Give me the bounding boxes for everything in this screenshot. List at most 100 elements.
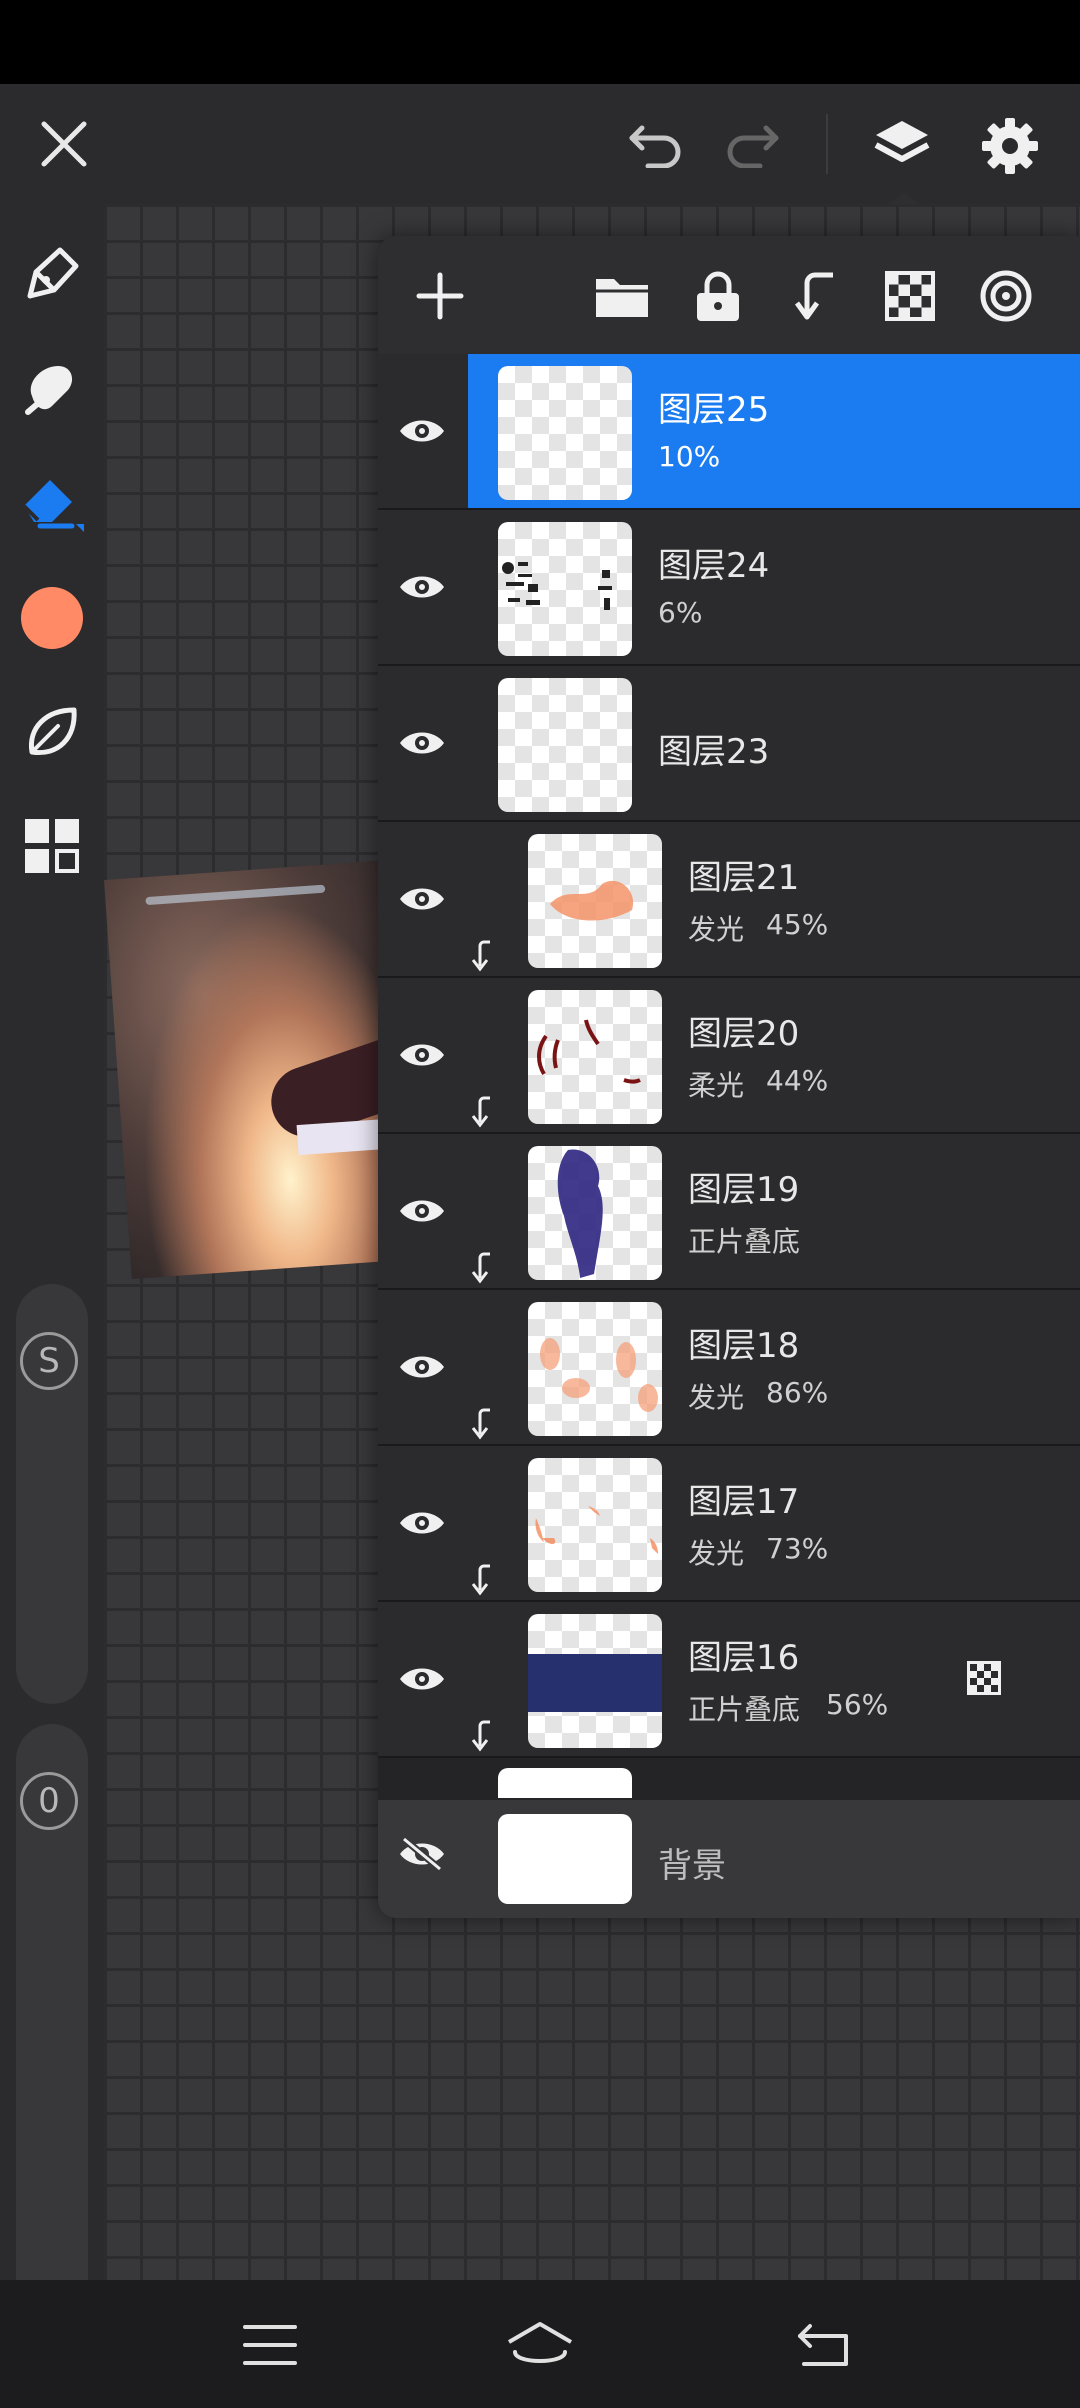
- layer-row[interactable]: 图层21 发光 45%: [378, 822, 1080, 978]
- layer-main[interactable]: 图层25 10%: [468, 354, 1080, 508]
- eye-hidden-icon[interactable]: [392, 1824, 452, 1884]
- clip-arrow-icon: [471, 1408, 490, 1440]
- alpha-lock-icon: [964, 1658, 1004, 1698]
- layer-name: 背景: [658, 1846, 726, 1886]
- home-icon[interactable]: [500, 2310, 580, 2380]
- layer-name: 图层24: [658, 546, 770, 586]
- eraser-icon[interactable]: [14, 462, 90, 538]
- status-bar: [0, 0, 1080, 84]
- layer-row[interactable]: 图层23: [378, 666, 1080, 822]
- layer-thumbnail: [528, 990, 662, 1124]
- layer-blend-mode: 发光: [688, 1537, 745, 1570]
- clipping-mask-icon[interactable]: [782, 264, 846, 328]
- gallery-grid-icon[interactable]: [18, 812, 86, 880]
- smudge-icon[interactable]: [18, 352, 86, 420]
- layer-main[interactable]: 图层17 发光 73%: [468, 1446, 1080, 1600]
- layer-row[interactable]: 图层19 正片叠底: [378, 1134, 1080, 1290]
- back-icon[interactable]: [784, 2310, 864, 2380]
- layer-name: 图层25: [658, 390, 770, 430]
- clip-arrow-icon: [471, 1252, 490, 1284]
- eye-icon[interactable]: [378, 1134, 466, 1288]
- layer-opacity: 45%: [766, 908, 829, 941]
- brush-opacity-knob[interactable]: 0: [20, 1772, 78, 1830]
- top-toolbar: [0, 84, 1080, 206]
- layer-row[interactable]: 图层24 6%: [378, 510, 1080, 666]
- layer-opacity: 44%: [766, 1064, 829, 1097]
- layer-thumbnail: [528, 834, 662, 968]
- brush-size-knob[interactable]: S: [20, 1332, 78, 1390]
- layer-row[interactable]: 图层17 发光 73%: [378, 1446, 1080, 1602]
- layer-opacity: 56%: [826, 1688, 889, 1721]
- layer-main[interactable]: 图层16 正片叠底 56%: [468, 1602, 1080, 1756]
- lock-icon[interactable]: [686, 264, 750, 328]
- layer-blend-mode: 发光: [688, 913, 745, 946]
- layer-thumbnail: [528, 1302, 662, 1436]
- layer-thumbnail: [498, 678, 632, 812]
- gear-icon[interactable]: [974, 110, 1046, 182]
- layer-thumbnail: [528, 1458, 662, 1592]
- layer-blend-mode: 柔光: [688, 1069, 745, 1102]
- undo-icon[interactable]: [620, 110, 692, 178]
- menu-icon[interactable]: [230, 2310, 310, 2380]
- color-swatch[interactable]: [18, 584, 86, 652]
- eye-icon[interactable]: [378, 1602, 466, 1756]
- layer-thumbnail: [498, 1814, 632, 1904]
- layer-opacity: 10%: [658, 440, 721, 473]
- layer-name: 图层18: [688, 1326, 800, 1366]
- left-toolbar: S 0: [0, 204, 104, 2344]
- add-layer-icon[interactable]: [408, 264, 472, 328]
- layer-row[interactable]: 图层18 发光 86%: [378, 1290, 1080, 1446]
- layer-thumbnail: [498, 366, 632, 500]
- clip-arrow-icon: [471, 940, 490, 972]
- system-nav-bar: [0, 2280, 1080, 2408]
- reference-layer-icon[interactable]: [974, 264, 1038, 328]
- layer-main[interactable]: 图层21 发光 45%: [468, 822, 1080, 976]
- artwork-highlight: [145, 884, 326, 906]
- layer-thumbnail: [528, 1146, 662, 1280]
- background-layer-row[interactable]: 背景: [378, 1800, 1080, 1918]
- layer-blend-mode: 正片叠底: [688, 1693, 801, 1726]
- eye-icon[interactable]: [378, 354, 466, 508]
- pen-icon[interactable]: [18, 240, 86, 308]
- layer-main[interactable]: 图层19 正片叠底: [468, 1134, 1080, 1288]
- clip-arrow-icon: [471, 1096, 490, 1128]
- layer-opacity: 6%: [658, 596, 703, 629]
- layers-icon[interactable]: [866, 110, 938, 182]
- layer-name: 图层19: [688, 1170, 800, 1210]
- layer-thumbnail: [498, 1768, 632, 1798]
- layer-row[interactable]: 图层16 正片叠底 56%: [378, 1602, 1080, 1758]
- current-color-icon: [21, 587, 83, 649]
- eye-icon[interactable]: [378, 510, 466, 664]
- layer-blend-mode: 发光: [688, 1381, 745, 1414]
- layer-name: 图层17: [688, 1482, 800, 1522]
- layer-main[interactable]: 图层23: [468, 666, 1080, 820]
- layer-name: 图层23: [658, 732, 770, 772]
- layers-toolbar: [378, 236, 1080, 354]
- layer-opacity: 73%: [766, 1532, 829, 1565]
- layer-main[interactable]: 图层18 发光 86%: [468, 1290, 1080, 1444]
- layers-panel: 图层25 10% 图层24 6% 图层23 图层21 发光 45% 图层20 柔…: [378, 236, 1080, 1918]
- leaf-icon[interactable]: [18, 698, 86, 766]
- eye-icon[interactable]: [378, 978, 466, 1132]
- layer-row[interactable]: 图层25 10%: [378, 354, 1080, 510]
- layer-main[interactable]: 图层24 6%: [468, 510, 1080, 664]
- alpha-lock-icon[interactable]: [878, 264, 942, 328]
- eye-icon[interactable]: [378, 822, 466, 976]
- eye-icon[interactable]: [378, 1290, 466, 1444]
- layer-main[interactable]: 图层20 柔光 44%: [468, 978, 1080, 1132]
- layer-name: 图层21: [688, 858, 800, 898]
- layer-row[interactable]: 图层20 柔光 44%: [378, 978, 1080, 1134]
- layer-thumbnail: [498, 522, 632, 656]
- folder-icon[interactable]: [590, 264, 654, 328]
- eye-icon[interactable]: [378, 666, 466, 820]
- clip-arrow-icon: [471, 1564, 490, 1596]
- layer-name: 图层16: [688, 1638, 800, 1678]
- redo-icon[interactable]: [716, 110, 788, 178]
- close-icon[interactable]: [30, 110, 98, 178]
- eye-icon[interactable]: [378, 1446, 466, 1600]
- toolbar-divider: [826, 114, 828, 174]
- layer-name: 图层20: [688, 1014, 800, 1054]
- clip-arrow-icon: [471, 1720, 490, 1752]
- layer-blend-mode: 正片叠底: [688, 1225, 801, 1258]
- layer-thumbnail: [528, 1614, 662, 1748]
